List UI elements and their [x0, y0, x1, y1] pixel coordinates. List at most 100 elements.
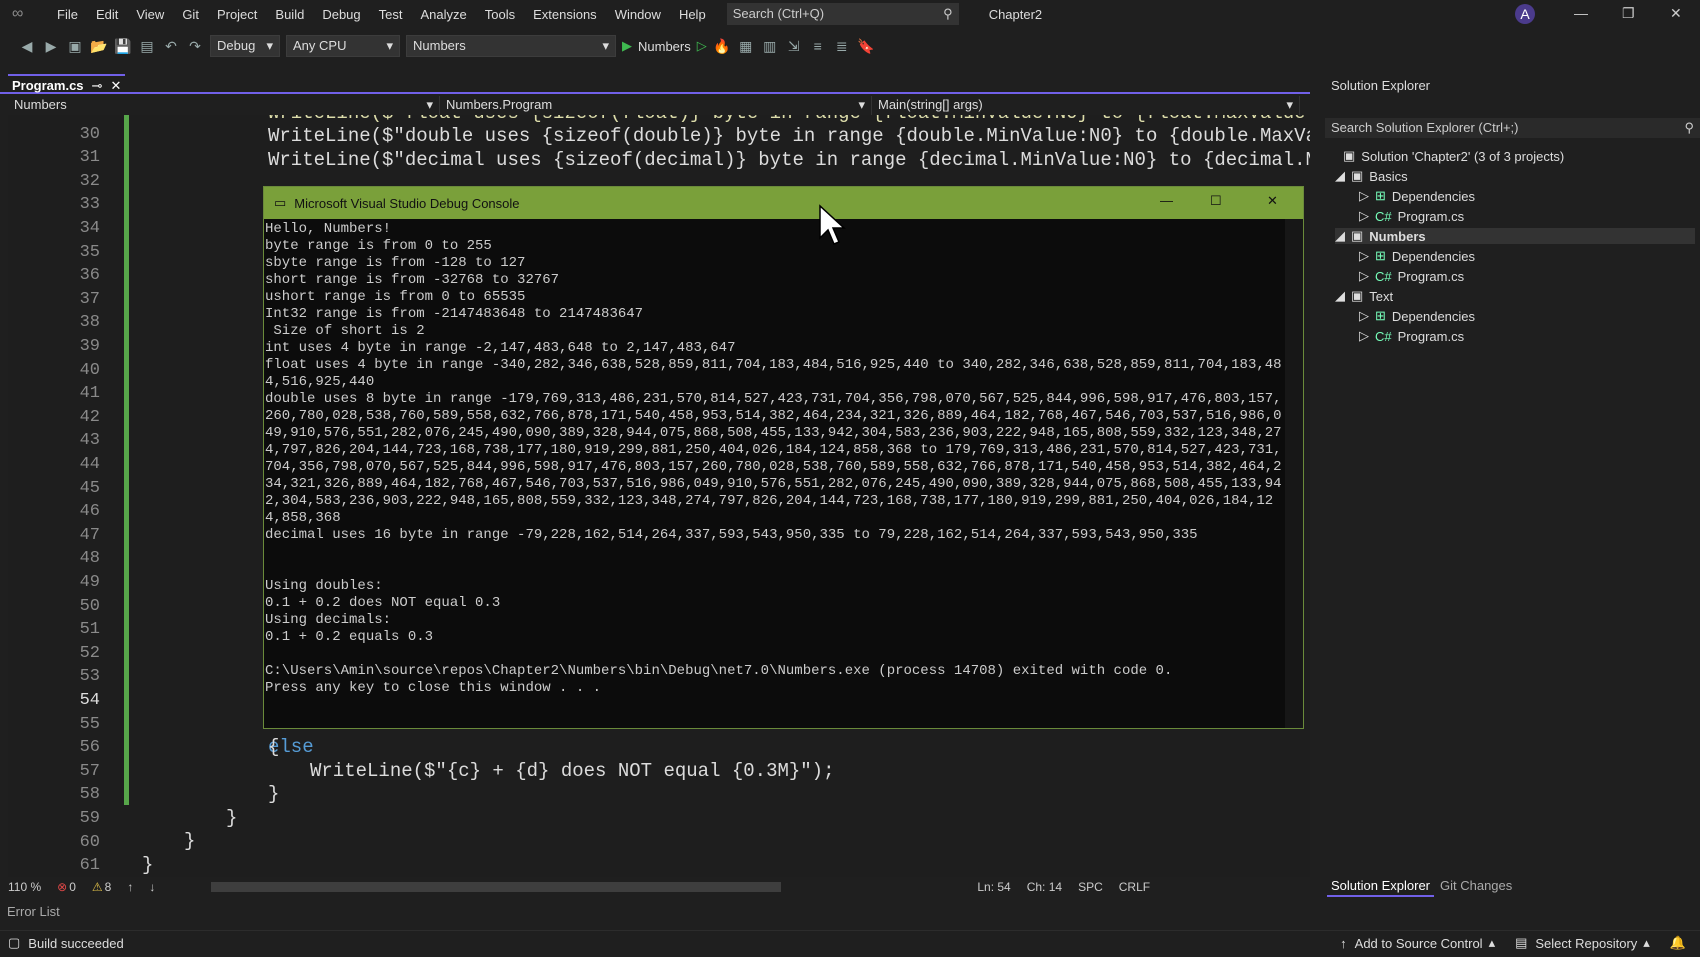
- avatar[interactable]: A: [1515, 4, 1535, 24]
- tree-item[interactable]: ▷ C# Program.cs: [1359, 328, 1464, 344]
- open-icon[interactable]: 📂: [90, 37, 108, 55]
- step-icon[interactable]: ⇲: [785, 37, 803, 55]
- start-without-debugging-icon[interactable]: ▷: [697, 38, 707, 54]
- menu-tools[interactable]: Tools: [476, 7, 524, 22]
- tree-item-label: Dependencies: [1391, 248, 1476, 264]
- previous-icon[interactable]: ↑: [127, 880, 133, 894]
- tab-git-changes[interactable]: Git Changes: [1440, 878, 1512, 893]
- tree-item[interactable]: ▷ ⊞ Dependencies: [1359, 308, 1475, 324]
- startup-project-select[interactable]: Numbers ▾: [406, 35, 616, 57]
- expand-icon[interactable]: ◢: [1335, 228, 1345, 244]
- save-icon[interactable]: 💾: [114, 37, 132, 55]
- start-button[interactable]: Numbers: [638, 39, 691, 54]
- collapse-icon[interactable]: ▷: [1359, 308, 1369, 324]
- next-icon[interactable]: ↓: [149, 880, 155, 894]
- menu-debug[interactable]: Debug: [313, 7, 369, 22]
- save-all-icon[interactable]: ▤: [138, 37, 156, 55]
- visual-studio-logo-icon[interactable]: ∞: [12, 5, 34, 23]
- restore-icon[interactable]: ❐: [1622, 5, 1635, 22]
- member-dropdown[interactable]: Main(string[] args) ▾: [872, 96, 1300, 115]
- menu-view[interactable]: View: [127, 7, 173, 22]
- error-count[interactable]: 0: [69, 880, 76, 894]
- select-repository[interactable]: Select Repository: [1535, 936, 1637, 951]
- upload-icon: ↑: [1340, 935, 1347, 951]
- console-close-icon[interactable]: ✕: [1267, 193, 1278, 209]
- add-to-source-control[interactable]: Add to Source Control: [1355, 936, 1483, 951]
- expand-icon[interactable]: ◢: [1335, 168, 1345, 184]
- minimize-icon[interactable]: —: [1574, 5, 1588, 21]
- close-tab-icon[interactable]: ✕: [110, 78, 121, 93]
- toolbar: ◀ ▶ ▣ 📂 💾 ▤ ↶ ↷ Debug ▾ Any CPU ▾ Numbers ▾…: [0, 30, 1700, 62]
- class-dropdown[interactable]: Numbers.Program ▾: [440, 96, 872, 115]
- folder-icon[interactable]: ▦: [737, 37, 755, 55]
- menu-help[interactable]: Help: [670, 7, 715, 22]
- tree-project[interactable]: ◢ ▣ Basics: [1335, 168, 1408, 184]
- menu-extensions[interactable]: Extensions: [524, 7, 606, 22]
- menu-file[interactable]: File: [48, 7, 87, 22]
- bell-icon[interactable]: 🔔: [1670, 935, 1686, 951]
- collapse-icon[interactable]: ▷: [1359, 248, 1369, 264]
- start-debugging-icon[interactable]: ▶: [622, 38, 632, 54]
- tab-program-cs[interactable]: Program.cs ⊸ ✕: [8, 74, 126, 94]
- console-minimize-icon[interactable]: —: [1160, 193, 1173, 208]
- menu-build[interactable]: Build: [266, 7, 313, 22]
- forward-icon[interactable]: ▶: [42, 37, 60, 55]
- expand-icon[interactable]: ◢: [1335, 288, 1345, 304]
- collapse-icon[interactable]: ▷: [1359, 188, 1369, 204]
- tree-item[interactable]: ▷ ⊞ Dependencies: [1359, 248, 1475, 264]
- line-ending-indicator[interactable]: CRLF: [1119, 880, 1150, 894]
- tree-item[interactable]: ▷ C# Program.cs: [1359, 268, 1464, 284]
- tree-item[interactable]: ▷ ⊞ Dependencies: [1359, 188, 1475, 204]
- menu-test[interactable]: Test: [370, 7, 412, 22]
- tree-project[interactable]: ◢ ▣ Numbers: [1335, 228, 1695, 244]
- debug-console-window[interactable]: ▭ Microsoft Visual Studio Debug Console …: [263, 186, 1304, 729]
- platform-select[interactable]: Any CPU ▾: [286, 35, 400, 57]
- collapse-icon[interactable]: ▷: [1359, 208, 1369, 224]
- configuration-select[interactable]: Debug ▾: [210, 35, 280, 57]
- warning-count[interactable]: 8: [105, 880, 112, 894]
- tree-project[interactable]: ◢ ▣ Text: [1335, 288, 1393, 304]
- hot-reload-icon[interactable]: 🔥: [713, 37, 731, 55]
- horizontal-scrollbar[interactable]: [211, 882, 782, 892]
- console-maximize-icon[interactable]: ☐: [1210, 193, 1222, 209]
- console-scrollbar[interactable]: [1285, 219, 1303, 728]
- code-line-30: WriteLine($"double uses {sizeof(double)}…: [268, 125, 1310, 147]
- undo-icon[interactable]: ↶: [162, 37, 180, 55]
- editor-status-bar: 110 % ⊗ 0 ⚠ 8 ↑ ↓ Ln: 54 Ch: 14 SPC CRLF: [8, 878, 1310, 896]
- console-title-bar[interactable]: ▭ Microsoft Visual Studio Debug Console …: [264, 187, 1303, 219]
- project-label: Text: [1369, 288, 1394, 304]
- line-number: 40: [79, 360, 100, 380]
- uncomment-icon[interactable]: ≣: [833, 37, 851, 55]
- warning-icon[interactable]: ⚠: [92, 880, 103, 894]
- menu-git[interactable]: Git: [173, 7, 208, 22]
- collapse-icon[interactable]: ▷: [1359, 268, 1369, 284]
- menu-edit[interactable]: Edit: [87, 7, 127, 22]
- comment-icon[interactable]: ≡: [809, 37, 827, 55]
- layout-icon[interactable]: ▥: [761, 37, 779, 55]
- tree-solution[interactable]: ▣ Solution 'Chapter2' (3 of 3 projects): [1343, 148, 1564, 164]
- search-box[interactable]: Search (Ctrl+Q) ⚲: [726, 3, 959, 25]
- menu-window[interactable]: Window: [606, 7, 670, 22]
- close-icon[interactable]: ✕: [1670, 5, 1682, 22]
- solution-search-input[interactable]: Search Solution Explorer (Ctrl+;) ⚲: [1325, 118, 1700, 138]
- pin-icon[interactable]: ⊸: [92, 78, 103, 93]
- bookmark-icon[interactable]: 🔖: [857, 37, 875, 55]
- new-project-icon[interactable]: ▣: [66, 37, 84, 55]
- solution-label: Solution 'Chapter2' (3 of 3 projects): [1361, 148, 1565, 164]
- chevron-down-icon: ▾: [602, 38, 609, 53]
- column-indicator[interactable]: Ch: 14: [1027, 880, 1062, 894]
- error-icon[interactable]: ⊗: [57, 880, 67, 894]
- redo-icon[interactable]: ↷: [186, 37, 204, 55]
- collapse-icon[interactable]: ▷: [1359, 328, 1369, 344]
- zoom-level[interactable]: 110 %: [8, 880, 41, 894]
- tree-item[interactable]: ▷ C# Program.cs: [1359, 208, 1464, 224]
- tab-solution-explorer[interactable]: Solution Explorer: [1327, 876, 1434, 897]
- whitespace-indicator[interactable]: SPC: [1078, 880, 1103, 894]
- member-value: Main(string[] args): [878, 97, 983, 112]
- project-dropdown[interactable]: Numbers ▾: [8, 96, 440, 115]
- back-icon[interactable]: ◀: [18, 37, 36, 55]
- error-list-tab[interactable]: Error List: [7, 904, 60, 919]
- line-indicator[interactable]: Ln: 54: [977, 880, 1010, 894]
- menu-project[interactable]: Project: [208, 7, 266, 22]
- menu-analyze[interactable]: Analyze: [411, 7, 475, 22]
